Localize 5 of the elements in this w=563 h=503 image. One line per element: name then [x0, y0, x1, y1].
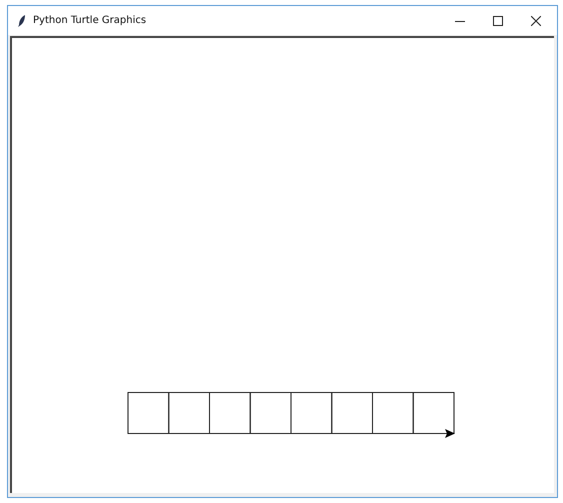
turtle-arrow-icon [445, 429, 455, 438]
maximize-icon [493, 16, 503, 26]
feather-icon [18, 14, 26, 26]
close-icon [531, 16, 541, 26]
window-title: Python Turtle Graphics [33, 15, 146, 26]
